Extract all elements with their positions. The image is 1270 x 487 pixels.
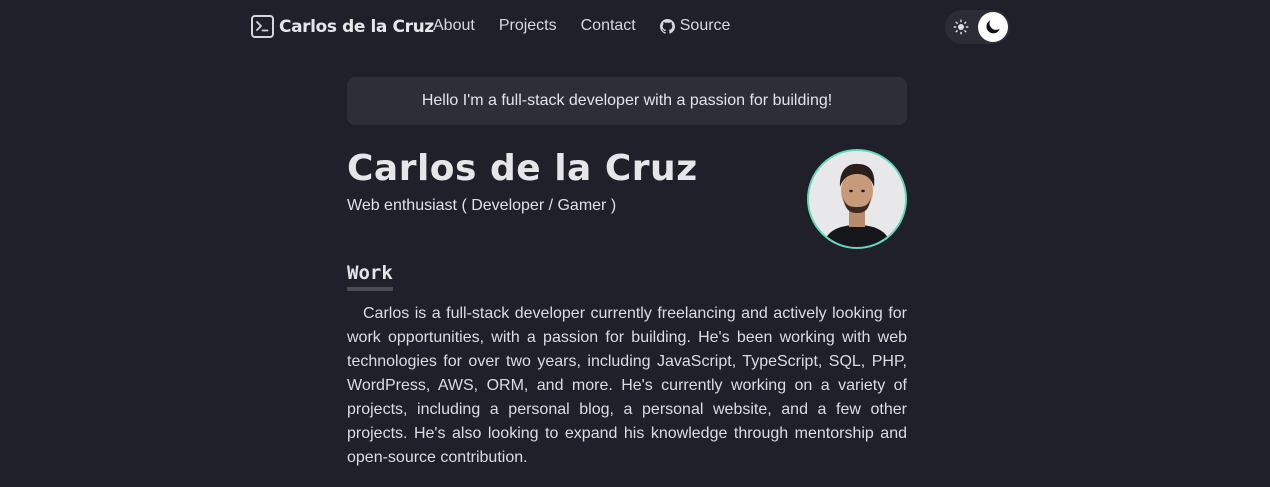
nav-link-source-label: Source (679, 17, 731, 34)
theme-toggle[interactable] (945, 10, 1010, 44)
nav-link-source[interactable]: Source (659, 17, 731, 35)
toggle-knob (978, 12, 1008, 42)
moon-icon (986, 20, 1000, 34)
section-heading-work: Work (347, 262, 393, 291)
nav-link-about[interactable]: About (433, 17, 475, 35)
profile-name: Carlos de la Cruz (347, 148, 698, 189)
nav-link-contact[interactable]: Contact (581, 17, 636, 35)
site-logo-link[interactable]: Carlos de la Cruz (251, 15, 434, 38)
greeting-banner: Hello I'm a full-stack developer with a … (347, 77, 907, 125)
top-navbar: Carlos de la Cruz About Projects Contact… (0, 0, 1270, 54)
logo-text: Carlos de la Cruz (279, 16, 434, 37)
sun-icon (953, 19, 969, 35)
nav-links: About Projects Contact Source (433, 17, 754, 35)
profile-avatar (807, 149, 907, 249)
github-icon (659, 18, 675, 34)
profile-role: Web enthusiast ( Developer / Gamer ) (347, 197, 617, 214)
terminal-icon (251, 15, 274, 38)
nav-link-projects[interactable]: Projects (499, 17, 557, 35)
work-bio-paragraph: Carlos is a full-stack developer current… (347, 305, 907, 466)
